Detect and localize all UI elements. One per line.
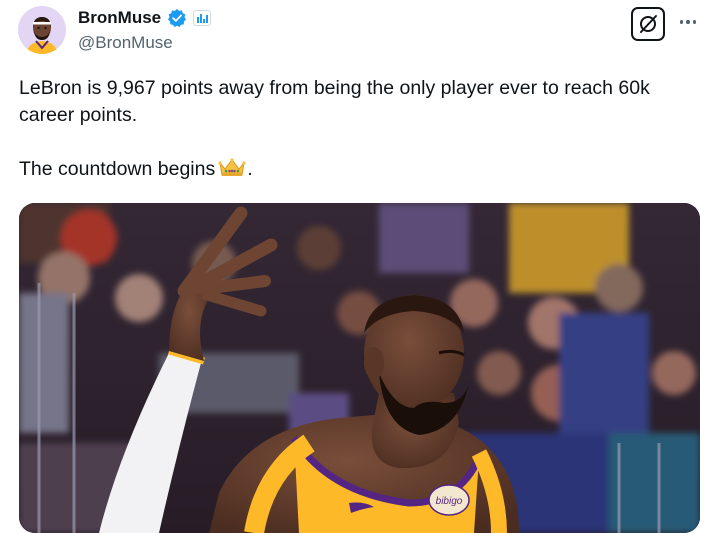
grok-icon: [640, 15, 657, 33]
more-options-icon[interactable]: [677, 12, 699, 32]
author-name-row: BronMuse: [78, 8, 212, 28]
avatar[interactable]: [18, 6, 66, 54]
tweet-text-countdown: The countdown begins: [19, 158, 216, 180]
affiliate-badge-icon[interactable]: [193, 10, 212, 26]
lebron-celebration-photo: bibigo: [19, 203, 700, 533]
crown-emoji-icon: [218, 156, 246, 186]
author-handle[interactable]: @BronMuse: [78, 33, 173, 53]
tweet-text: LeBron is 9,967 points away from being t…: [19, 75, 709, 186]
author-display-name[interactable]: BronMuse: [78, 8, 161, 28]
tweet-media-image[interactable]: bibigo: [19, 203, 700, 533]
tweet-text-line-1: LeBron is 9,967 points away from being t…: [19, 77, 650, 126]
lebron-avatar-icon: [18, 6, 66, 54]
grok-button[interactable]: [631, 7, 665, 41]
verified-badge-icon[interactable]: [167, 8, 187, 28]
tweet-text-period: .: [247, 158, 253, 180]
jersey-sponsor-label: bibigo: [436, 496, 463, 507]
tweet-card: BronMuse @BronMuse LeBron is 9,967 point…: [0, 0, 719, 533]
tweet-text-line-2: The countdown begins .: [19, 156, 709, 186]
